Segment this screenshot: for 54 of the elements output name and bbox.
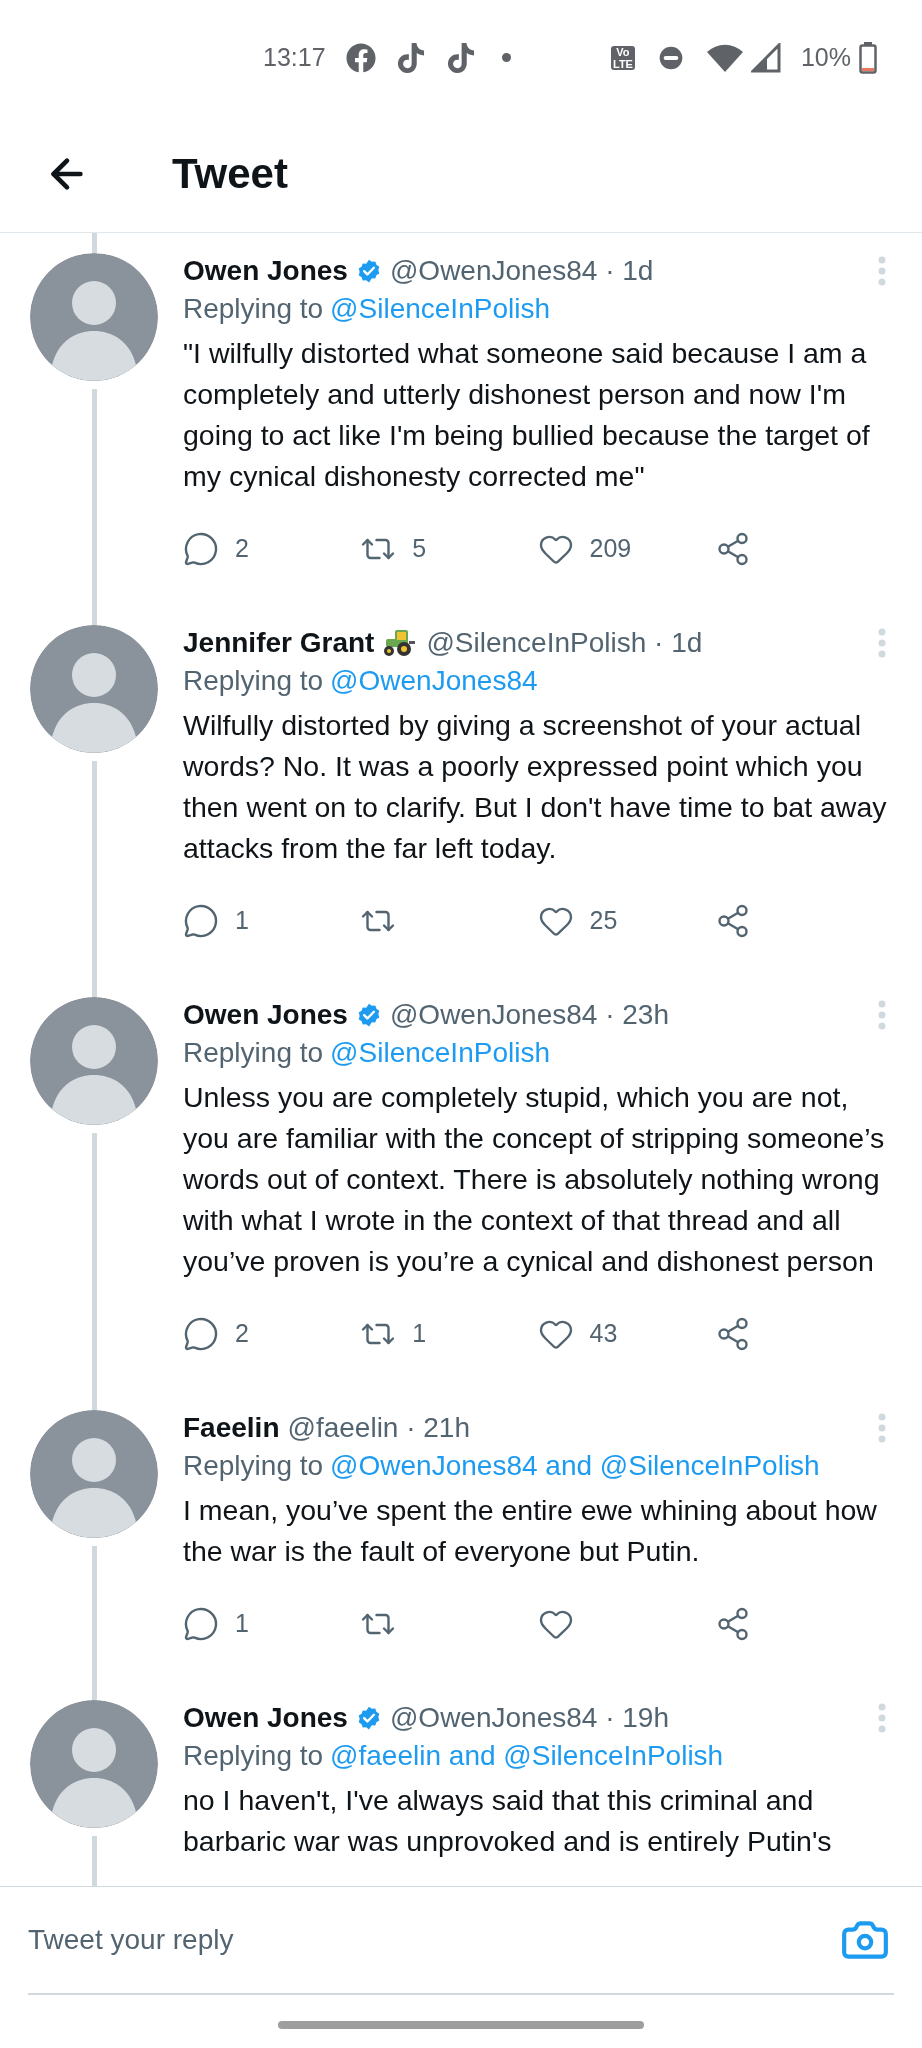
battery-icon <box>859 41 877 74</box>
avatar[interactable] <box>30 1700 158 1828</box>
network-badge: Vo LTE <box>611 45 635 70</box>
reply-count: 2 <box>235 1318 249 1350</box>
replying-to-link[interactable]: @OwenJones84 <box>330 660 538 702</box>
replying-to-link[interactable]: @SilenceInPolish <box>330 288 550 330</box>
avatar[interactable] <box>30 1410 158 1538</box>
like-count: 209 <box>589 533 632 565</box>
tweet-text: "I wilfully distorted what someone said because I am a completely and utterly dishonest person and now I'm going to act like I'm being bullied because the target of my cynical dishonesty corrected me" <box>183 336 871 494</box>
handle-and-time: @OwenJones84 · 23h <box>389 998 669 1032</box>
tweet-text: Wilfully distorted by giving a screenshot of your actual words? No. It was a poorly expressed point which you then went on to clarify. But I don't have time to bat away attacks from the far left today. <box>183 708 888 866</box>
like-count: 25 <box>589 905 618 937</box>
replying-to-link[interactable]: @faeelin and @SilenceInPolish <box>330 1735 724 1777</box>
author-name: Owen Jones <box>183 254 348 288</box>
reply-count: 1 <box>235 905 249 937</box>
author-name: Jennifer Grant <box>183 626 375 660</box>
reply-count: 2 <box>235 533 249 565</box>
replying-label: Replying to <box>183 1739 324 1773</box>
reply-button[interactable] <box>183 1316 219 1352</box>
reply-input-field[interactable]: Tweet your reply <box>28 1919 840 1961</box>
music-note-icon <box>395 42 426 73</box>
replying-to-link[interactable]: @OwenJones84 and @SilenceInPolish <box>330 1445 820 1487</box>
clock: 13:17 <box>263 41 326 73</box>
reply-button[interactable] <box>183 903 219 939</box>
wifi-icon <box>706 43 743 72</box>
retweet-count: 1 <box>412 1318 427 1350</box>
author-name: Faeelin <box>183 1411 280 1445</box>
handle-and-time: @OwenJones84 · 1d <box>389 254 654 288</box>
tweet-text: Unless you are completely stupid, which you are not, you are familiar with the concept of stripping someone’s words out of context. There is absolutely nothing wrong with what I wrote in the context of that thread and all you’ve proven is you’re a cynical and dishonest person <box>183 1080 886 1279</box>
handle-and-time: @OwenJones84 · 19h <box>389 1701 669 1735</box>
reply-button[interactable] <box>183 531 219 567</box>
replying-label: Replying to <box>183 1449 324 1483</box>
handle-and-time: @faeelin · 21h <box>287 1411 471 1445</box>
reply-count: 1 <box>235 1608 249 1640</box>
page-title: Tweet <box>172 149 288 199</box>
avatar[interactable] <box>30 253 158 381</box>
retweet-count: 5 <box>412 533 427 565</box>
facebook-icon <box>345 42 376 73</box>
replying-to-link[interactable]: @SilenceInPolish <box>330 1032 550 1074</box>
replying-label: Replying to <box>183 292 324 326</box>
reply-button[interactable] <box>183 1606 219 1642</box>
music-note-icon <box>445 42 476 73</box>
avatar[interactable] <box>30 997 158 1125</box>
battery-percent: 10% <box>800 41 851 73</box>
avatar[interactable] <box>30 625 158 753</box>
replying-label: Replying to <box>183 1036 324 1070</box>
signal-icon <box>750 42 781 73</box>
handle-and-time: @SilenceInPolish · 1d <box>426 626 703 660</box>
tweet-text: I mean, you’ve spent the entire ewe whining about how the war is the fault of everyone but Putin. <box>183 1493 878 1569</box>
author-name: Owen Jones <box>183 998 348 1032</box>
like-count: 43 <box>589 1318 618 1350</box>
author-name: Owen Jones <box>183 1701 348 1735</box>
replying-label: Replying to <box>183 664 324 698</box>
tweet-text: no I haven't, I've always said that this criminal and barbaric war was unprovoked and is entirely Putin's <box>183 1783 833 1859</box>
